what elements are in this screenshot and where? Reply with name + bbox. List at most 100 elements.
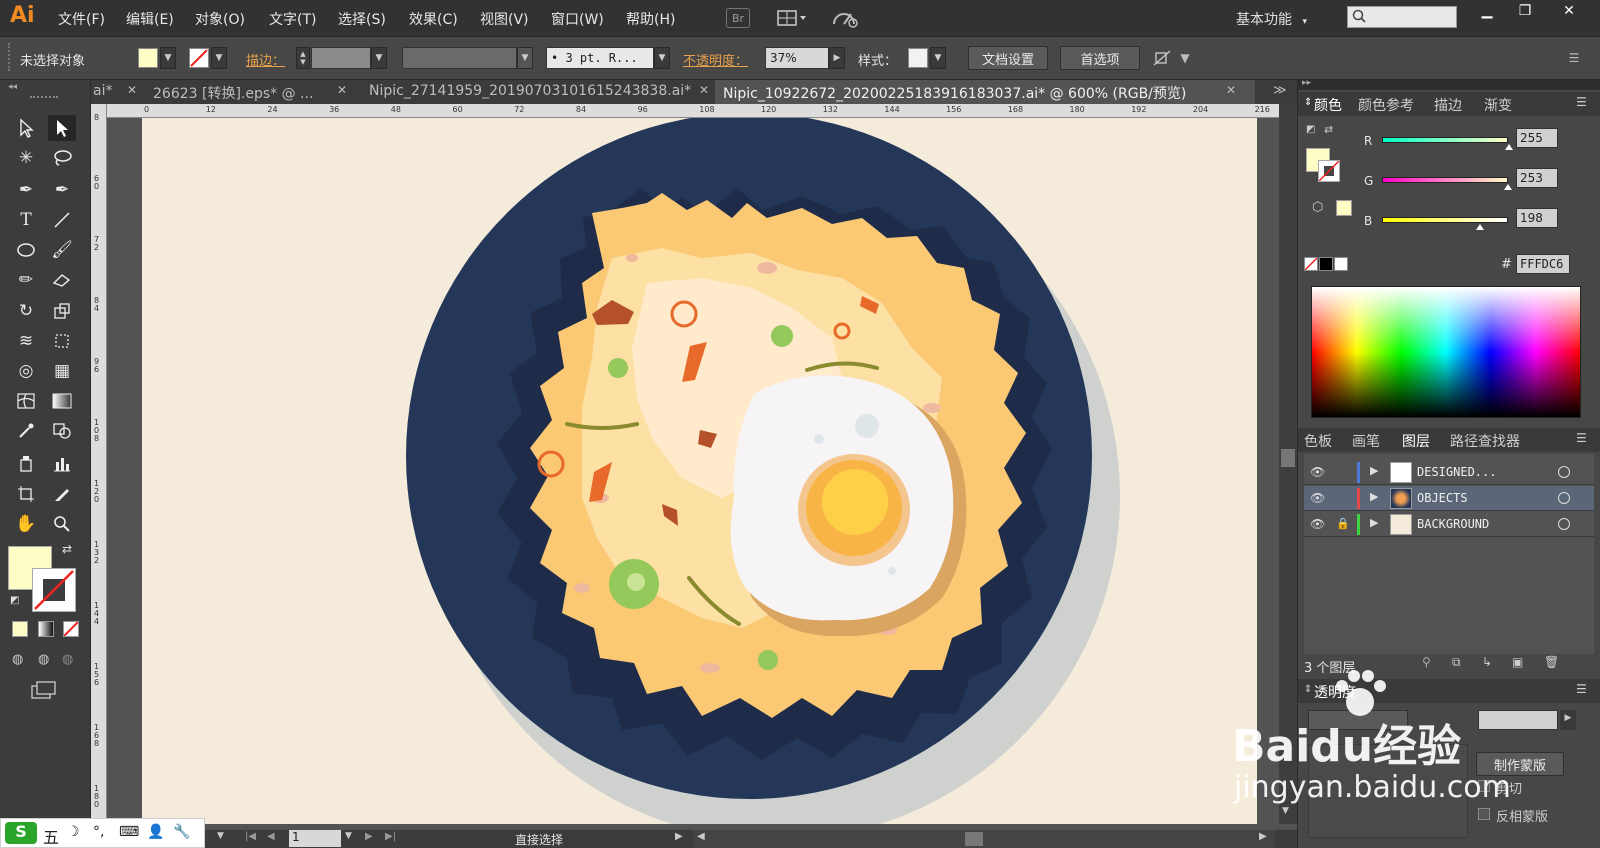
black-color-button[interactable] — [1319, 257, 1333, 271]
tab-color[interactable]: 颜色 — [1314, 95, 1342, 115]
stroke-label[interactable]: 描边： — [246, 50, 285, 69]
next-page-icon[interactable]: ▶ — [365, 831, 373, 842]
graphic-style-swatch[interactable] — [908, 48, 928, 68]
style-dropdown[interactable]: ▼ — [930, 47, 946, 69]
layer-name[interactable]: OBJECTS — [1417, 491, 1468, 505]
swap-colors-icon[interactable]: ⇄ — [62, 542, 72, 556]
ellipse-tool-icon[interactable] — [12, 237, 40, 263]
close-icon[interactable]: ✕ — [1226, 83, 1236, 97]
eraser-tool-icon[interactable] — [48, 267, 76, 293]
visibility-eye-icon[interactable]: 👁 — [1310, 517, 1325, 531]
stroke-color-box[interactable] — [32, 568, 76, 612]
preferences-button[interactable]: 首选项 — [1060, 46, 1140, 70]
screen-mode-icon[interactable] — [30, 680, 58, 704]
close-window-button[interactable]: ✕ — [1550, 0, 1588, 22]
grip-handle[interactable] — [8, 43, 12, 71]
r-slider[interactable] — [1382, 137, 1508, 143]
minimize-button[interactable]: ▁ — [1468, 0, 1506, 22]
lasso-tool-icon[interactable] — [48, 145, 76, 171]
menu-type[interactable]: 文字(T) — [269, 9, 316, 29]
artboard-tool-icon[interactable] — [12, 481, 40, 507]
menu-file[interactable]: 文件(F) — [58, 9, 105, 29]
brush-definition-field[interactable]: • 3 pt. R... — [546, 47, 654, 69]
horizontal-scrollbar[interactable]: ◀ ▶ — [693, 830, 1275, 848]
collapse-icon[interactable]: ◂◂ — [8, 82, 17, 92]
menu-select[interactable]: 选择(S) — [338, 9, 386, 29]
page-dropdown[interactable]: ▼ — [345, 831, 352, 841]
layer-row-objects[interactable]: 👁 ▶ OBJECTS — [1304, 486, 1594, 511]
web-safe-swatch[interactable] — [1336, 200, 1352, 216]
b-slider[interactable] — [1382, 217, 1508, 223]
symbol-sprayer-tool-icon[interactable] — [12, 450, 40, 476]
gpu-performance-icon[interactable] — [830, 7, 860, 29]
slice-tool-icon[interactable] — [48, 481, 76, 507]
new-layer-icon[interactable]: ▣ — [1512, 655, 1523, 669]
invert-mask-checkbox[interactable] — [1478, 808, 1490, 820]
opacity-slider-toggle[interactable]: ▶ — [1560, 710, 1576, 730]
visibility-eye-icon[interactable]: 👁 — [1310, 465, 1325, 479]
g-slider-thumb[interactable] — [1504, 184, 1512, 190]
zoom-dropdown[interactable]: ▼ — [217, 831, 224, 841]
close-icon[interactable]: ✕ — [699, 83, 709, 97]
gradient-tool-icon[interactable] — [48, 388, 76, 414]
r-slider-thumb[interactable] — [1505, 144, 1513, 150]
moon-icon[interactable]: ☽ — [67, 824, 80, 840]
tab-swatches[interactable]: 色板 — [1304, 431, 1332, 451]
tab-pathfinder[interactable]: 路径查找器 — [1450, 431, 1520, 451]
r-value-field[interactable]: 255 — [1516, 128, 1558, 148]
perspective-grid-tool-icon[interactable]: ▦ — [48, 358, 76, 384]
draw-normal-icon[interactable]: ◍ — [12, 652, 23, 667]
none-color-button[interactable] — [1304, 257, 1318, 271]
tab-brushes[interactable]: 画笔 — [1352, 431, 1380, 451]
scroll-right-icon[interactable]: ▶ — [1259, 831, 1267, 842]
last-page-icon[interactable]: ▶| — [385, 831, 396, 842]
magic-wand-tool-icon[interactable]: ✳ — [12, 145, 40, 171]
make-clipping-mask-icon[interactable]: ⧉ — [1452, 655, 1461, 670]
more-tabs-icon[interactable]: ≫ — [1273, 83, 1287, 98]
close-icon[interactable]: ✕ — [127, 83, 137, 97]
transparency-opacity-field[interactable] — [1478, 710, 1558, 730]
tab-stroke[interactable]: 描边 — [1434, 95, 1462, 115]
document-setup-button[interactable]: 文档设置 — [968, 46, 1048, 70]
hex-value-field[interactable]: FFFDC6 — [1516, 254, 1570, 274]
zoom-tool-icon[interactable] — [48, 511, 76, 537]
expand-arrow-icon[interactable]: ▶ — [1370, 464, 1378, 477]
workspace-switcher[interactable]: 基本功能 ▾ — [1236, 9, 1307, 29]
g-value-field[interactable]: 253 — [1516, 168, 1558, 188]
panel-stroke-swatch[interactable] — [1318, 160, 1340, 182]
menu-window[interactable]: 窗口(W) — [551, 9, 604, 29]
panel-menu-icon[interactable]: ☰ — [1563, 49, 1585, 67]
column-graph-tool-icon[interactable] — [48, 450, 76, 476]
opacity-field[interactable]: 37% — [765, 47, 829, 69]
direct-selection-tool-icon[interactable] — [48, 115, 76, 141]
layer-target-icon[interactable] — [1558, 492, 1570, 504]
eyedropper-tool-icon[interactable] — [12, 418, 40, 444]
white-color-button[interactable] — [1334, 257, 1348, 271]
canvas-area[interactable] — [107, 118, 1257, 824]
profile-dropdown[interactable]: ▼ — [517, 47, 533, 69]
tab-doc-2[interactable]: 26623 [转换].eps* @ ... — [153, 80, 313, 104]
user-icon[interactable]: 👤 — [147, 824, 164, 840]
free-transform-tool-icon[interactable] — [48, 328, 76, 354]
isolate-object-icon[interactable] — [1152, 49, 1176, 67]
layer-row-background[interactable]: 👁 🔒 ▶ BACKGROUND — [1304, 512, 1594, 537]
fill-dropdown[interactable]: ▼ — [160, 47, 176, 69]
blend-tool-icon[interactable] — [48, 418, 76, 444]
gradient-mode-button[interactable] — [38, 621, 54, 637]
scale-tool-icon[interactable] — [48, 298, 76, 324]
panel-collapse-icon[interactable]: ⇕ — [1304, 684, 1312, 695]
sogou-logo-icon[interactable]: S — [5, 822, 37, 844]
type-tool-icon[interactable]: T — [12, 207, 40, 233]
dock-header[interactable]: ▸▸ — [1298, 78, 1600, 90]
hand-tool-icon[interactable]: ✋ — [12, 511, 40, 537]
menu-view[interactable]: 视图(V) — [480, 9, 529, 29]
scroll-thumb[interactable] — [1281, 449, 1295, 467]
rotate-tool-icon[interactable]: ↻ — [12, 298, 40, 324]
scroll-thumb[interactable] — [965, 832, 983, 846]
keyboard-icon[interactable]: ⌨ — [119, 824, 139, 840]
out-of-gamut-icon[interactable]: ⬡ — [1312, 200, 1323, 215]
default-colors-icon[interactable]: ◩ — [1306, 124, 1315, 135]
stroke-weight-field[interactable] — [311, 47, 371, 69]
tab-layers[interactable]: 图层 — [1402, 431, 1430, 451]
layer-target-icon[interactable] — [1558, 518, 1570, 530]
